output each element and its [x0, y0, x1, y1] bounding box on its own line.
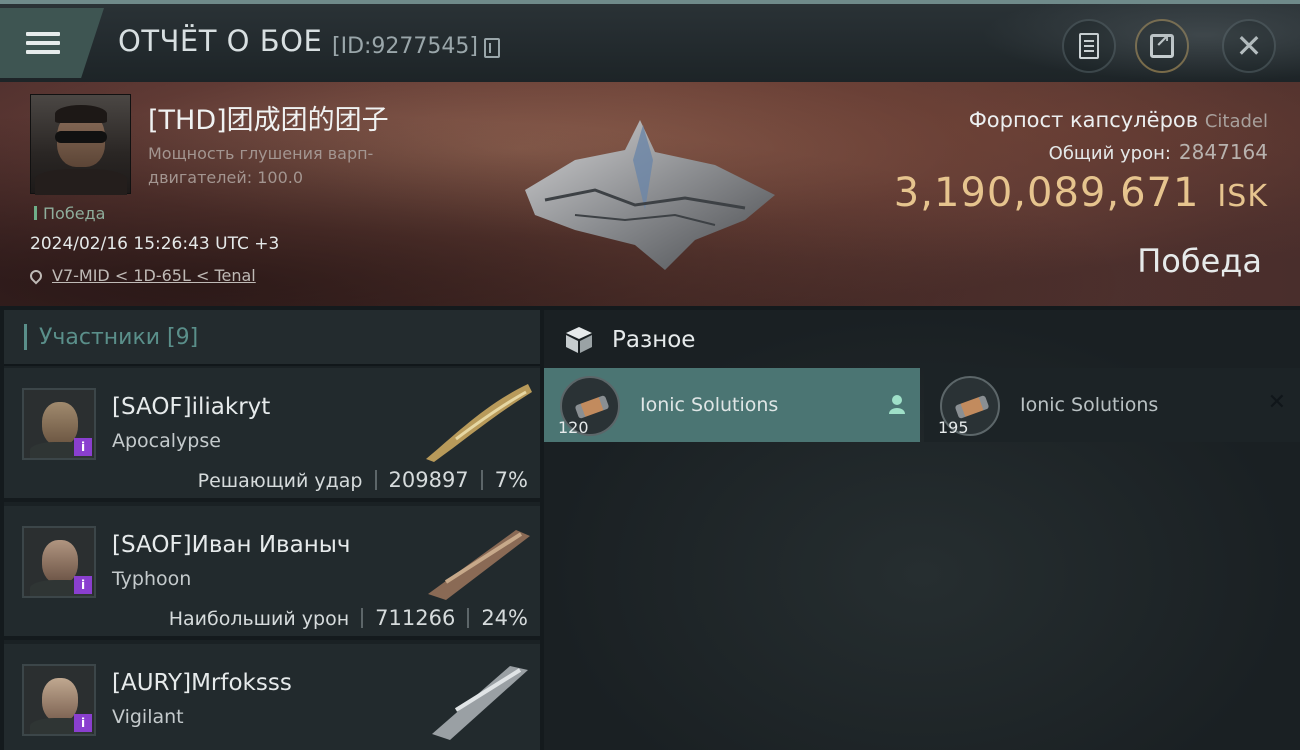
total-damage: Общий урон: 2847164: [1049, 140, 1268, 164]
participant-ship: Apocalypse: [112, 430, 221, 452]
page-title: ОТЧЁТ О БОЕ: [118, 24, 323, 58]
report-id: [ID:9277545]: [332, 34, 478, 59]
menu-icon: [26, 27, 60, 59]
avatar[interactable]: i: [22, 664, 96, 736]
participant-name: [SAOF]iliakryt: [112, 394, 271, 420]
participant-row[interactable]: i [SAOF]Иван Иваныч Typhoon Наибольший у…: [4, 506, 540, 640]
participant-role: Наибольший урон: [168, 608, 350, 630]
participant-percent: 24%: [481, 606, 528, 630]
misc-title: Разное: [612, 327, 696, 353]
close-button[interactable]: ✕: [1222, 19, 1276, 73]
location-pin-icon: [27, 267, 45, 285]
misc-panel: Разное 120 Ionic Solutions 195 Ionic Sol…: [544, 310, 1300, 750]
close-icon: ✕: [1235, 27, 1263, 65]
item-card[interactable]: 195 Ionic Solutions ✕: [924, 368, 1300, 442]
report-details-button[interactable]: [1062, 19, 1116, 73]
participant-row[interactable]: i [SAOF]iliakryt Apocalypse Решающий уда…: [4, 368, 540, 502]
isk-value: 3,190,089,671 ISK: [894, 170, 1268, 216]
victim-name[interactable]: [THD]团成团的团子: [148, 98, 389, 137]
document-icon: [1079, 33, 1099, 59]
participant-damage: 711266: [375, 606, 456, 630]
item-name: Ionic Solutions: [1020, 394, 1159, 416]
participant-name: [AURY]Mrfoksss: [112, 670, 292, 696]
misc-items: 120 Ionic Solutions 195 Ionic Solutions …: [544, 368, 1300, 442]
participant-ship: Typhoon: [112, 568, 192, 590]
copy-icon[interactable]: [484, 38, 500, 58]
participant-stats: Решающий удар 209897 7%: [198, 468, 528, 492]
participants-panel: Участники [9] i [SAOF]iliakryt Apocalyps…: [4, 310, 540, 750]
avatar[interactable]: i: [22, 526, 96, 598]
menu-button[interactable]: [0, 8, 104, 78]
ship-image: [428, 530, 530, 600]
total-damage-label: Общий урон:: [1048, 143, 1171, 164]
item-quantity: 120: [558, 418, 589, 437]
item-name: Ionic Solutions: [640, 394, 779, 416]
participant-percent: 7%: [494, 468, 528, 492]
share-button[interactable]: [1135, 19, 1189, 73]
misc-header: Разное: [544, 310, 1300, 370]
location-link[interactable]: V7-MID < 1D-65L < Tenal: [52, 266, 256, 285]
participant-role: Решающий удар: [197, 470, 363, 492]
kill-location[interactable]: V7-MID < 1D-65L < Tenal: [27, 266, 256, 285]
ship-image: [426, 384, 532, 462]
kill-header: [THD]团成团的团子 Мощность глушения варп-двига…: [0, 82, 1300, 306]
participants-header: Участники [9]: [4, 310, 540, 366]
isk-currency: ISK: [1217, 179, 1268, 214]
participants-title: Участники [9]: [39, 324, 199, 350]
item-quantity: 195: [938, 418, 969, 437]
kill-datetime: 2024/02/16 15:26:43 UTC +3: [30, 234, 280, 254]
total-damage-value: 2847164: [1178, 140, 1268, 164]
item-card[interactable]: 120 Ionic Solutions: [544, 368, 920, 442]
victim-attribute: Мощность глушения варп-двигателей: 100.0: [148, 144, 374, 187]
target-name: Форпост капсулёров: [968, 108, 1199, 132]
user-icon: [889, 395, 905, 414]
top-bar: ОТЧЁТ О БОЕ [ID:9277545] ✕: [0, 0, 1300, 82]
isk-amount: 3,190,089,671: [893, 170, 1200, 216]
result-status: Победа: [1137, 242, 1262, 280]
participant-ship: Vigilant: [112, 706, 184, 728]
ship-image: [432, 666, 528, 740]
info-badge-icon[interactable]: i: [74, 714, 92, 732]
share-icon: [1150, 31, 1174, 58]
participant-name: [SAOF]Иван Иваныч: [112, 532, 351, 558]
x-icon: ✕: [1267, 390, 1286, 415]
target-structure: Форпост капсулёров Citadel: [969, 108, 1268, 132]
avatar[interactable]: i: [22, 388, 96, 460]
participant-damage: 209897: [388, 468, 469, 492]
target-class: Citadel: [1204, 111, 1268, 132]
info-badge-icon[interactable]: i: [74, 576, 92, 594]
victim-portrait[interactable]: [30, 94, 131, 195]
participant-row[interactable]: i [AURY]Mrfoksss Vigilant: [4, 644, 540, 750]
cube-icon: [566, 327, 592, 353]
participant-stats: Наибольший урон 711266 24%: [169, 606, 528, 630]
info-badge-icon[interactable]: i: [74, 438, 92, 456]
structure-image: [525, 120, 775, 270]
result-label: Победа: [34, 204, 105, 223]
